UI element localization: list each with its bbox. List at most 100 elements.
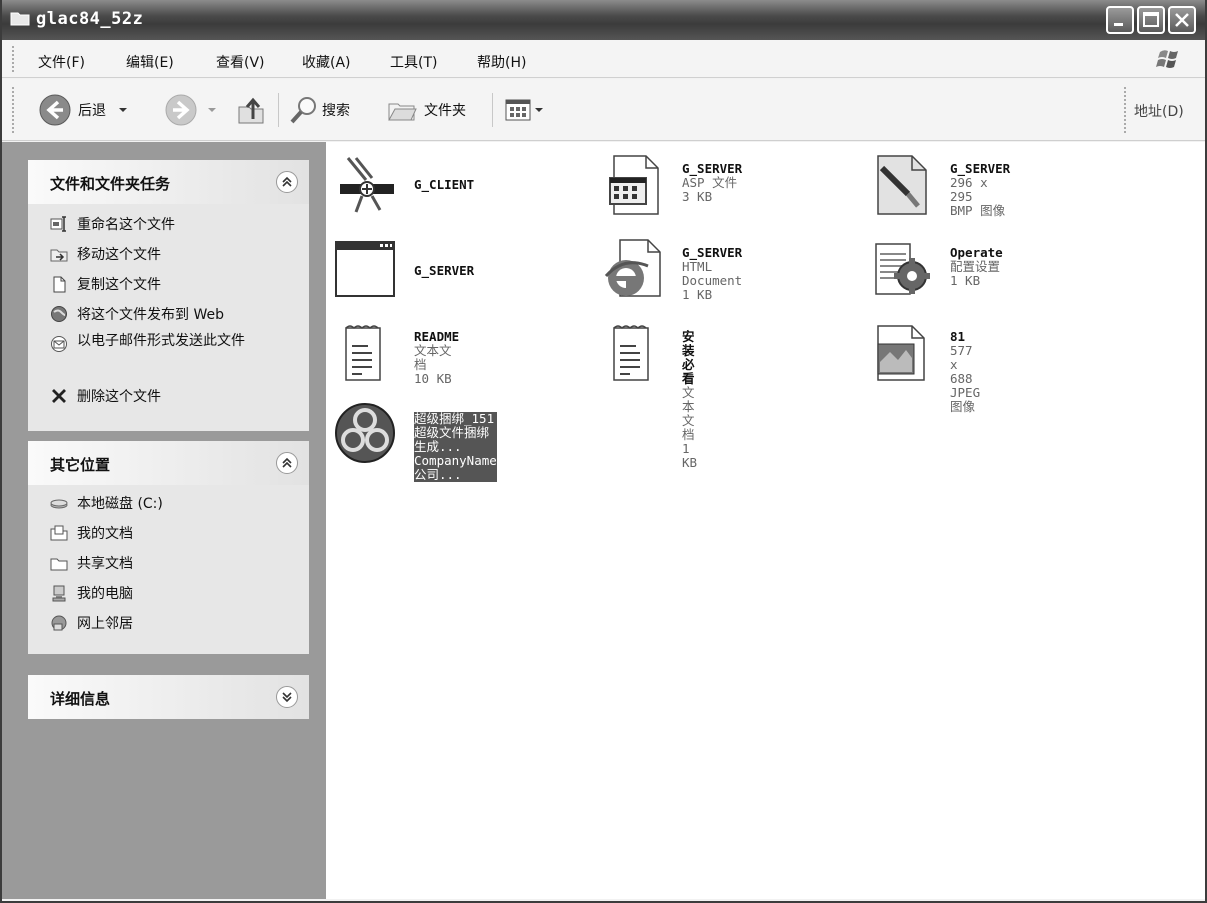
file-name: README bbox=[414, 329, 460, 344]
address-label[interactable]: 地址(D) bbox=[1134, 101, 1184, 121]
file-size: 10 KB bbox=[414, 371, 452, 386]
task-label: 移动这个文件 bbox=[77, 247, 161, 263]
views-dropdown-icon bbox=[535, 108, 543, 112]
file-name: G_SERVER bbox=[414, 263, 475, 278]
move-icon bbox=[50, 249, 68, 262]
file-name: G_SERVER bbox=[682, 161, 743, 176]
file-size: 1 KB bbox=[950, 273, 981, 288]
minimize-icon bbox=[1114, 23, 1123, 26]
search-icon bbox=[290, 97, 316, 124]
forward-button[interactable] bbox=[164, 93, 218, 127]
close-button[interactable] bbox=[1168, 6, 1196, 34]
image-dimensions: 296 x 295 bbox=[950, 175, 988, 204]
search-button[interactable]: 搜索 bbox=[288, 93, 350, 127]
task-label: 删除这个文件 bbox=[77, 389, 161, 405]
file-size: 1 KB bbox=[682, 441, 698, 470]
file-description: 超级文件捆绑生成... bbox=[414, 425, 490, 454]
network-icon bbox=[51, 615, 67, 631]
file-size: 1 KB bbox=[682, 287, 713, 302]
menu-edit[interactable]: 编辑(E) bbox=[126, 52, 174, 72]
collapse-chevron-icon[interactable] bbox=[276, 452, 298, 474]
bmp-image-icon bbox=[877, 155, 927, 215]
other-places-title: 其它位置 bbox=[50, 456, 111, 474]
menu-grip bbox=[12, 46, 15, 72]
task-publish-web[interactable]: 将这个文件发布到 Web bbox=[50, 304, 224, 324]
task-copy[interactable]: 复制这个文件 bbox=[50, 274, 161, 294]
place-label: 共享文档 bbox=[77, 556, 133, 572]
file-type: 文本文档 bbox=[682, 385, 695, 442]
place-network[interactable]: 网上邻居 bbox=[50, 613, 133, 633]
folders-button[interactable]: 文件夹 bbox=[386, 93, 466, 127]
back-arrow-icon bbox=[39, 94, 71, 126]
collapse-chevron-icon[interactable] bbox=[276, 171, 298, 193]
windows-logo-icon bbox=[1156, 50, 1178, 68]
back-button[interactable]: 后退 bbox=[38, 93, 130, 127]
back-dropdown-icon[interactable] bbox=[116, 103, 130, 117]
place-local-disk[interactable]: 本地磁盘 (C:) bbox=[50, 493, 163, 513]
file-name: G_SERVER bbox=[682, 245, 743, 260]
copy-icon bbox=[53, 276, 66, 293]
menu-help[interactable]: 帮助(H) bbox=[477, 52, 526, 72]
up-folder-button[interactable] bbox=[234, 93, 268, 127]
maximize-icon bbox=[1143, 12, 1159, 27]
views-button[interactable] bbox=[504, 93, 544, 127]
file-name: 超级捆绑_151 bbox=[414, 411, 495, 426]
window-title: glac84_52z bbox=[36, 9, 144, 29]
place-shared-documents[interactable]: 共享文档 bbox=[50, 553, 133, 573]
text-document-icon bbox=[345, 325, 381, 381]
forward-dropdown-icon[interactable] bbox=[206, 103, 218, 117]
up-folder-icon bbox=[238, 97, 264, 124]
other-places-panel: 其它位置 本地磁盘 (C:) 我的文档 共享文档 我的电脑 网上邻居 bbox=[28, 441, 309, 654]
place-my-computer[interactable]: 我的电脑 bbox=[50, 583, 133, 603]
file-name: Operate bbox=[950, 245, 1003, 260]
place-label: 网上邻居 bbox=[77, 616, 133, 632]
title-bar[interactable]: glac84_52z bbox=[2, 0, 1205, 40]
menu-view[interactable]: 查看(V) bbox=[216, 52, 265, 72]
address-grip bbox=[1124, 87, 1127, 133]
file-type: JPEG 图像 bbox=[950, 385, 981, 414]
forward-arrow-icon bbox=[165, 94, 197, 126]
maximize-button[interactable] bbox=[1137, 6, 1165, 34]
config-settings-icon bbox=[875, 243, 930, 295]
delete-icon bbox=[52, 389, 66, 403]
folders-label: 文件夹 bbox=[424, 103, 466, 119]
asp-file-icon bbox=[609, 155, 659, 215]
close-icon bbox=[1175, 13, 1189, 27]
task-rename[interactable]: 重命名这个文件 bbox=[50, 214, 175, 234]
menu-file[interactable]: 文件(F) bbox=[38, 52, 85, 72]
details-header[interactable]: 详细信息 bbox=[28, 675, 309, 719]
image-dimensions: 577 x 688 bbox=[950, 343, 973, 386]
file-tasks-header[interactable]: 文件和文件夹任务 bbox=[28, 160, 309, 204]
my-computer-icon bbox=[52, 585, 66, 602]
place-label: 本地磁盘 (C:) bbox=[77, 496, 163, 512]
details-title: 详细信息 bbox=[50, 690, 111, 708]
file-list: G_CLIENT G_SERVER ASP 文件 3 KB G_SERVER 2… bbox=[326, 142, 1205, 899]
expand-chevron-icon[interactable] bbox=[276, 686, 298, 708]
task-move[interactable]: 移动这个文件 bbox=[50, 244, 161, 264]
task-email[interactable]: 以电子邮件形式发送此文件 bbox=[50, 334, 250, 353]
jpeg-image-icon bbox=[877, 325, 925, 381]
menu-bar: 文件(F) 编辑(E) 查看(V) 收藏(A) 工具(T) 帮助(H) bbox=[2, 40, 1205, 78]
menu-tools[interactable]: 工具(T) bbox=[390, 52, 437, 72]
other-places-header[interactable]: 其它位置 bbox=[28, 441, 309, 485]
exe-window-icon bbox=[335, 241, 395, 297]
explorer-window: glac84_52z 文件(F) 编辑(E) 查看(V) 收藏(A) 工具(T)… bbox=[0, 0, 1207, 903]
drive-icon bbox=[50, 499, 68, 509]
minimize-button[interactable] bbox=[1106, 6, 1134, 34]
toolbar: 后退 搜索 文件夹 地址(D) bbox=[2, 79, 1205, 141]
folders-icon bbox=[388, 103, 417, 121]
text-document-icon bbox=[613, 325, 649, 381]
place-label: 我的电脑 bbox=[77, 586, 133, 602]
place-label: 我的文档 bbox=[77, 526, 133, 542]
toolbar-separator bbox=[492, 93, 493, 127]
file-type: 配置设置 bbox=[950, 259, 1001, 274]
search-label: 搜索 bbox=[322, 103, 350, 119]
my-documents-icon bbox=[50, 525, 68, 541]
file-name: 安装必看 bbox=[682, 329, 695, 386]
menu-favorites[interactable]: 收藏(A) bbox=[302, 52, 351, 72]
file-name: G_CLIENT bbox=[414, 177, 475, 192]
task-delete[interactable]: 删除这个文件 bbox=[50, 386, 161, 406]
file-type: ASP 文件 bbox=[682, 175, 738, 190]
place-my-documents[interactable]: 我的文档 bbox=[50, 523, 133, 543]
email-icon bbox=[51, 336, 67, 352]
